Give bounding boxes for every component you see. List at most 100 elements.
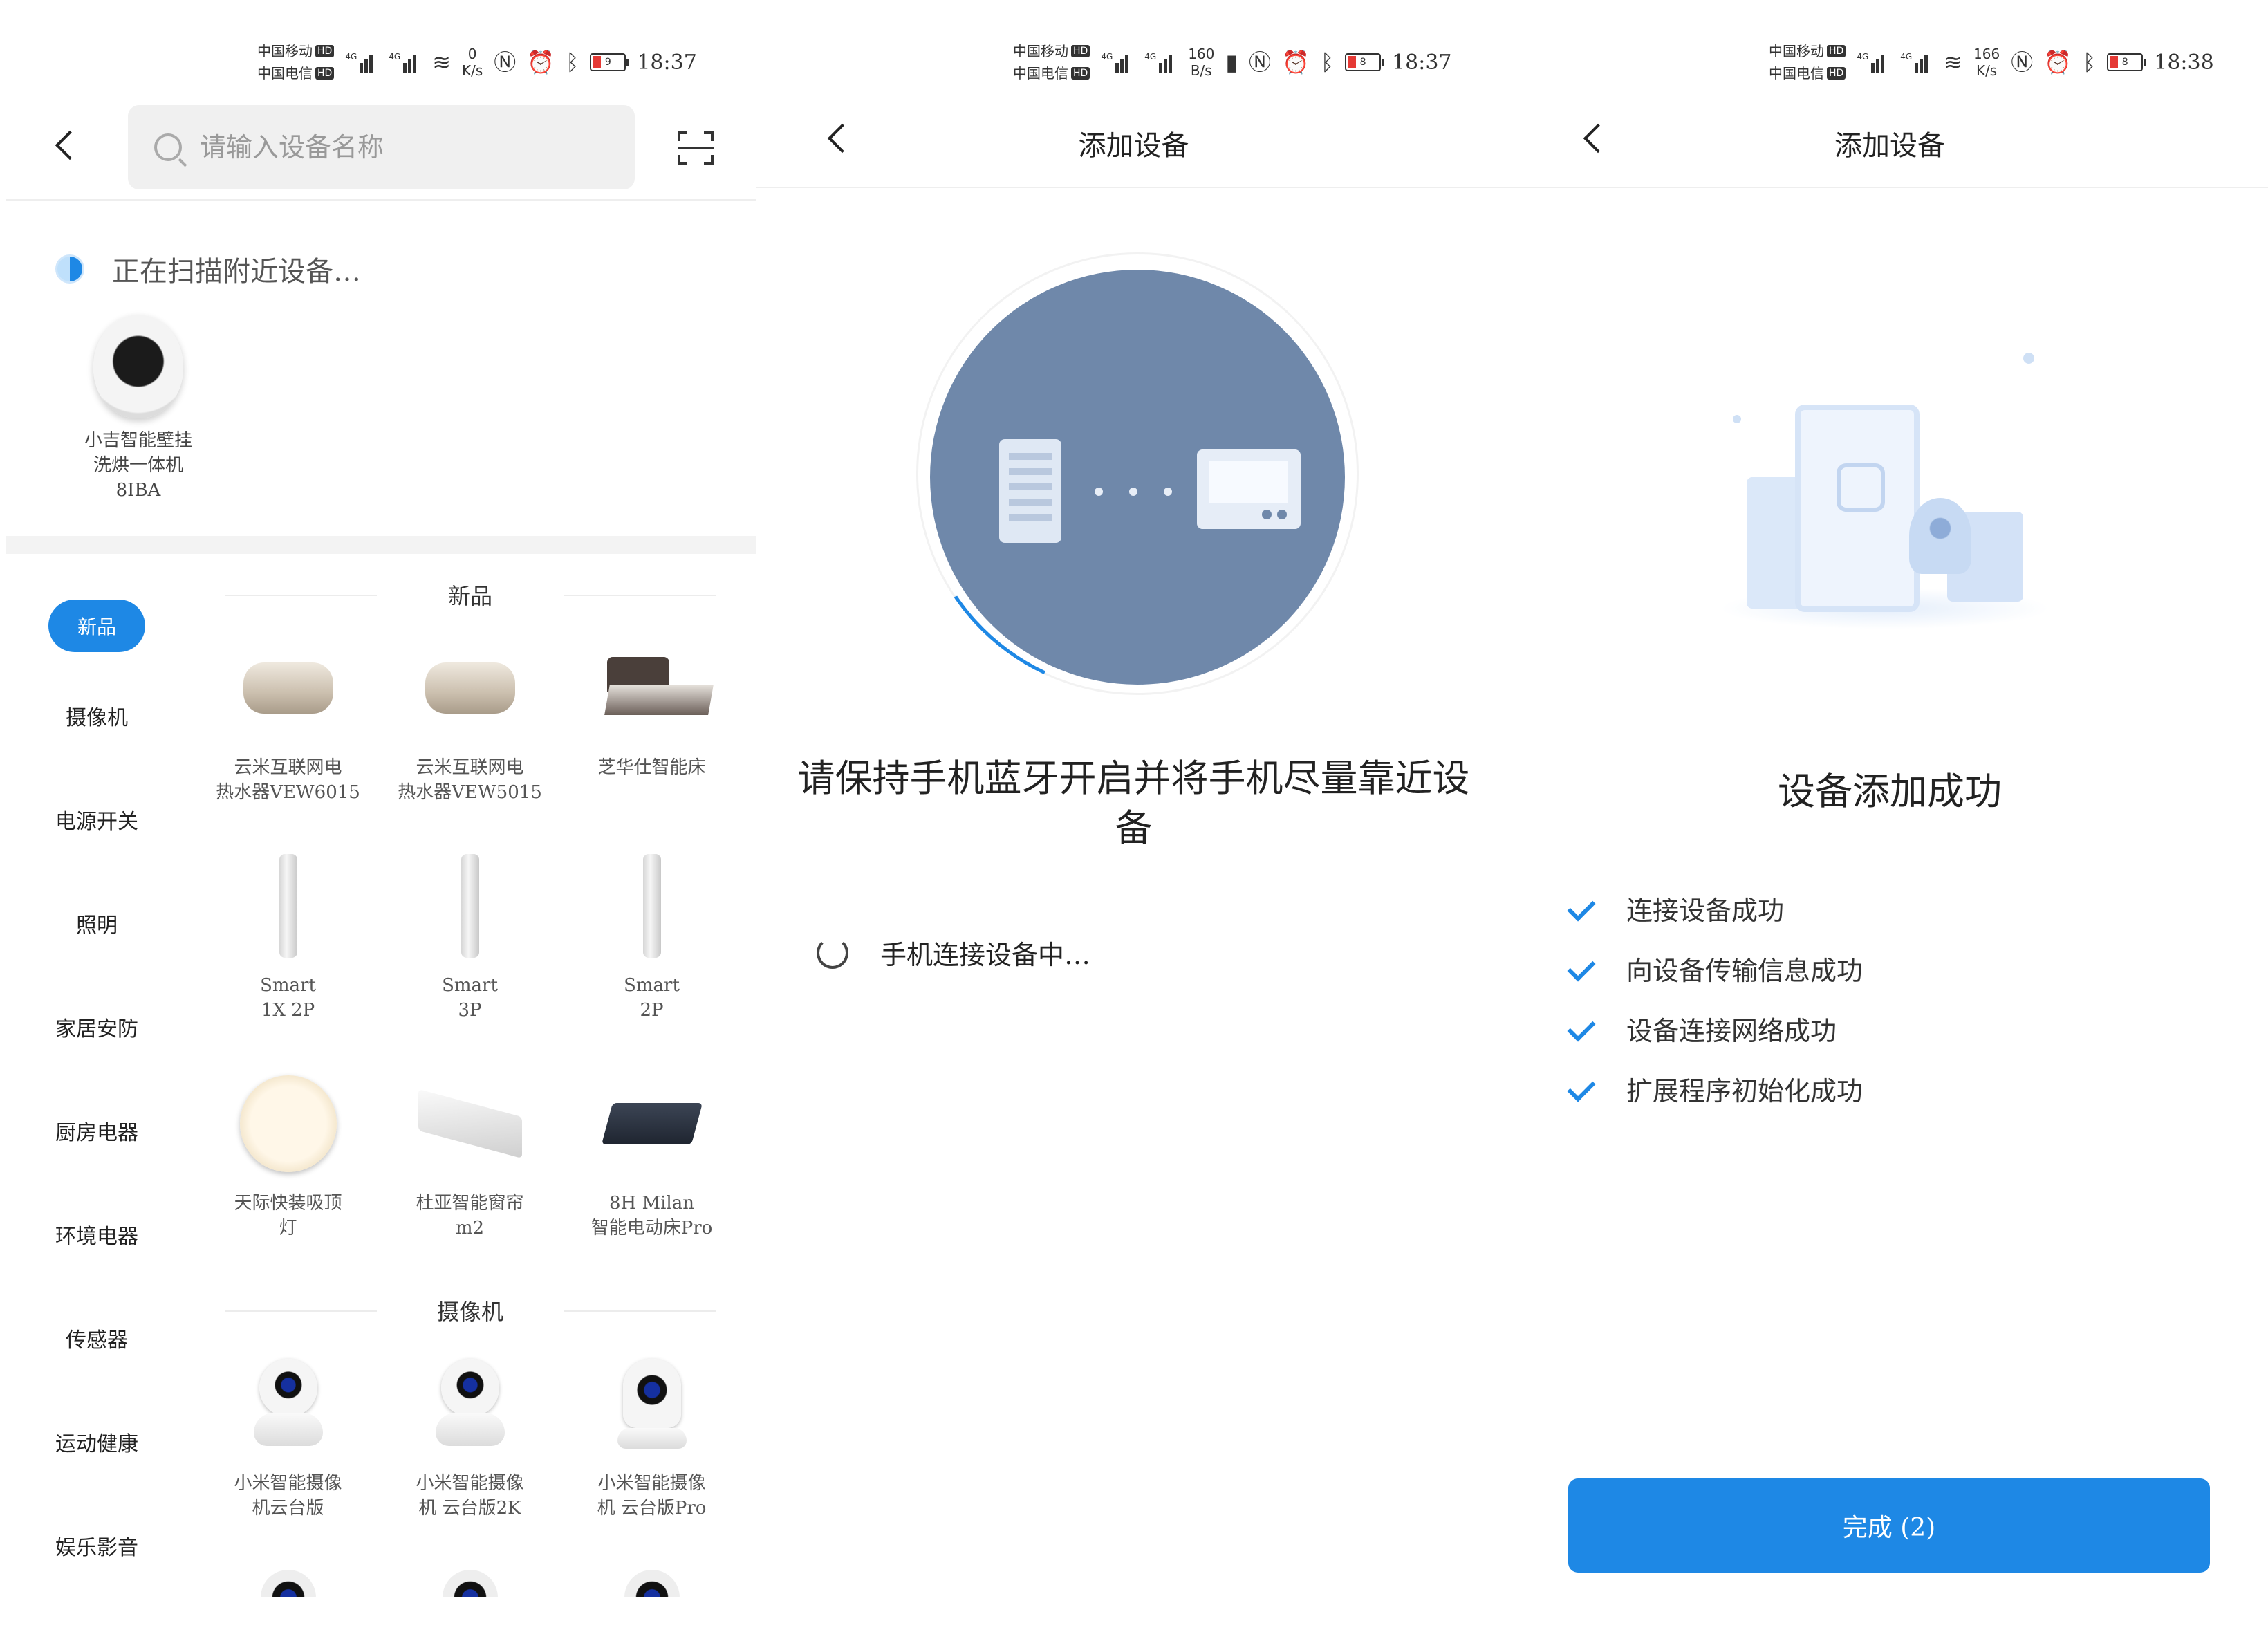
connection-status: 手机连接设备中… (817, 934, 1090, 972)
back-arrow-icon[interactable] (48, 128, 83, 163)
water-heater-icon (425, 662, 515, 714)
ptz-camera-icon (435, 1359, 505, 1449)
bluetooth-icon: ᛒ (566, 49, 579, 75)
connecting-dots-icon (1095, 488, 1172, 496)
scanning-spinner-icon (55, 254, 84, 284)
category-sensor[interactable]: 传感器 (14, 1286, 180, 1390)
check-icon (1567, 893, 1597, 924)
success-screen: 中国移动 HD 中国电信 HD 4G 4G ≋ 166 K/s Ⓝ ⏰ ᛒ 8 18:… (1512, 0, 2268, 1632)
status-bar: 中国移动 HD 中国电信 HD 4G 4G ≋ 166 K/s Ⓝ ⏰ ᛒ 8 18:… (1769, 35, 2214, 90)
ceiling-lamp-icon (239, 1075, 337, 1172)
camera-icon (260, 1570, 316, 1597)
device-item[interactable]: 云米互联网电 热水器VEW6015 (197, 622, 379, 840)
net-speed: 166 K/s (1973, 46, 2000, 79)
step-item: 向设备传输信息成功 (1567, 938, 1863, 999)
washer-dryer-icon (93, 315, 183, 418)
signal-icon: 4G (345, 52, 378, 73)
ptz-camera-icon (253, 1359, 323, 1449)
category-environment[interactable]: 环境电器 (14, 1183, 180, 1286)
check-icon (1567, 1074, 1597, 1104)
mi-home-logo-icon (1837, 463, 1885, 512)
step-list: 连接设备成功 向设备传输信息成功 设备连接网络成功 扩展程序初始化成功 (1567, 878, 1863, 1119)
device-item[interactable]: 杜亚智能窗帘 m2 (379, 1058, 561, 1276)
section-title: 新品 (197, 567, 743, 622)
device-grid: 小米智能摄像 机云台版 小米智能摄像 机 云台版2K 小米智能摄像 机 云台版P… (197, 1338, 743, 1611)
step-item: 连接设备成功 (1567, 878, 1863, 938)
device-item[interactable]: Smart 2P (561, 840, 743, 1058)
search-input[interactable] (200, 132, 587, 163)
tower-ac-icon (461, 854, 479, 958)
done-button[interactable]: 完成 (2) (1568, 1478, 2210, 1573)
signal-icon: 4G (1900, 52, 1933, 73)
clock: 18:37 (637, 50, 697, 75)
page-title: 添加设备 (1834, 130, 1945, 162)
category-new[interactable]: 新品 (14, 595, 180, 657)
pairing-instruction: 请保持手机蓝牙开启并将手机尽量靠近设备 (797, 757, 1470, 850)
status-bar: 中国移动 HD 中国电信 HD 4G 4G 160 B/s ▮ Ⓝ ⏰ ᛒ 8 18:… (1013, 35, 1452, 90)
device-item[interactable]: 天际快装吸顶 灯 (197, 1058, 379, 1276)
category-camera[interactable]: 摄像机 (14, 664, 180, 768)
bluetooth-icon: ᛒ (1320, 49, 1335, 75)
curtain-motor-icon (418, 1088, 522, 1159)
device-item[interactable]: 小米智能摄像 机 云台版2K (379, 1338, 561, 1556)
clock: 18:37 (1392, 50, 1452, 75)
check-icon (1567, 954, 1597, 984)
device-item[interactable]: 小米智能摄像 机 云台版Pro (561, 1338, 743, 1556)
device-icon (1197, 449, 1301, 529)
category-power-switch[interactable]: 电源开关 (14, 768, 180, 871)
step-item: 扩展程序初始化成功 (1567, 1059, 1863, 1119)
search-bar[interactable] (128, 105, 635, 189)
device-item[interactable]: Smart 1X 2P (197, 840, 379, 1058)
device-item[interactable] (561, 1556, 743, 1611)
tall-camera-icon (617, 1359, 687, 1449)
bluetooth-icon: ᛒ (2083, 49, 2097, 75)
scanning-text: 正在扫描附近设备… (112, 256, 361, 288)
connection-status-text: 手机连接设备中… (880, 940, 1091, 970)
section-separator (6, 536, 756, 554)
nfc-icon: Ⓝ (2011, 49, 2034, 75)
carrier-info: 中国移动 HD 中国电信 HD (1769, 40, 1846, 84)
scanning-status: 正在扫描附近设备… (55, 249, 361, 289)
category-entertainment[interactable]: 娱乐影音 (14, 1494, 180, 1597)
page-title: 添加设备 (1078, 130, 1189, 162)
battery-icon: 8 (1345, 53, 1385, 71)
device-item[interactable]: 云米互联网电 热水器VEW5015 (379, 622, 561, 840)
hd-badge: HD (315, 67, 335, 80)
category-home-security[interactable]: 家居安防 (14, 975, 180, 1079)
success-title: 设备添加成功 (1778, 770, 2002, 813)
tower-ac-icon (642, 854, 661, 958)
signal-icon: 4G (1857, 52, 1889, 73)
camera-icon (442, 1570, 498, 1597)
device-item[interactable]: 小米智能摄像 机云台版 (197, 1338, 379, 1556)
signal-icon: 4G (389, 52, 421, 73)
signal-icon: 4G (1101, 52, 1133, 73)
camera-icon (624, 1570, 680, 1597)
device-item[interactable] (197, 1556, 379, 1611)
nearby-device[interactable]: 小吉智能壁挂 洗烘一体机 8IBA (62, 315, 214, 503)
device-item[interactable]: 8H Milan 智能电动床Pro (561, 1058, 743, 1276)
nfc-icon: Ⓝ (1248, 49, 1271, 75)
carrier-1: 中国移动 (257, 43, 313, 59)
clock: 18:38 (2154, 50, 2214, 75)
device-item[interactable]: Smart 3P (379, 840, 561, 1058)
carrier-info: 中国移动 HD 中国电信 HD (1013, 40, 1090, 84)
signal-icon: 4G (1144, 52, 1177, 73)
step-item: 设备连接网络成功 (1567, 999, 1863, 1059)
category-health[interactable]: 运动健康 (14, 1390, 180, 1494)
wifi-icon: ≋ (1944, 49, 1962, 75)
electric-bed-icon (601, 1103, 703, 1144)
device-item[interactable]: 芝华仕智能床 (561, 622, 743, 840)
alarm-icon: ⏰ (1282, 49, 1310, 75)
category-lighting[interactable]: 照明 (14, 871, 180, 975)
notification-icon: ▮ (1225, 49, 1238, 75)
smart-bed-icon (600, 657, 704, 719)
phone-icon (999, 439, 1061, 543)
category-kitchen[interactable]: 厨房电器 (14, 1079, 180, 1183)
camera-icon (1909, 498, 1971, 574)
device-catalog: 新品 云米互联网电 热水器VEW6015 云米互联网电 热水器VEW5015 芝… (197, 567, 743, 1611)
nearby-device-label: 小吉智能壁挂 洗烘一体机 8IBA (84, 430, 192, 501)
device-item[interactable] (379, 1556, 561, 1611)
alarm-icon: ⏰ (2044, 49, 2072, 75)
scan-qr-icon[interactable] (678, 131, 714, 165)
battery-icon: 8 (2107, 53, 2147, 71)
